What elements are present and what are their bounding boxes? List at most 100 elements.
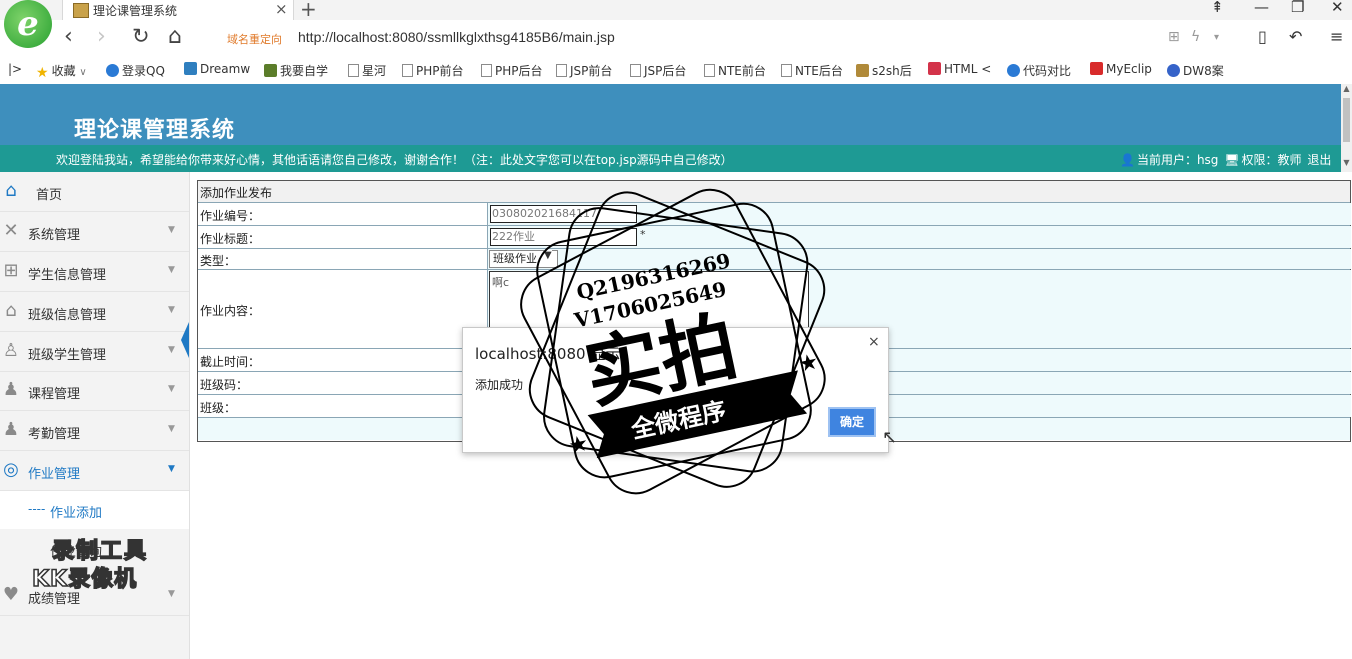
homework-number-field[interactable]: 030802021684117 <box>490 205 637 223</box>
chevron-down-icon: ▼ <box>168 464 175 474</box>
page-icon <box>348 64 359 77</box>
reload-button[interactable]: ↻ <box>132 24 150 48</box>
ok-button[interactable]: 确定 <box>828 407 876 437</box>
chevron-down-icon: ▼ <box>168 384 175 394</box>
myeclipse-icon <box>1090 62 1103 75</box>
bookmark-item[interactable]: 代码对比 <box>1007 62 1071 78</box>
forward-button[interactable]: › <box>97 24 106 49</box>
bookmark-item[interactable]: DW8案 <box>1167 62 1224 78</box>
image-icon <box>856 64 869 77</box>
bookmark-item[interactable]: 星河 <box>348 62 386 78</box>
form-row-title: 作业标题： 222作业 * <box>198 226 1351 249</box>
sidebar-item-class-students[interactable]: ♙ 班级学生管理 ▼ <box>0 332 189 372</box>
house-icon: ⌂ <box>5 300 17 321</box>
welcome-marquee: 欢迎登陆我站，希望能给你带来好心情，其他话语请您自己修改，谢谢合作！（注：此处文… <box>56 153 733 167</box>
menu-icon[interactable]: ≡ <box>1330 27 1343 46</box>
close-icon[interactable]: × <box>868 334 880 350</box>
page-icon <box>402 64 413 77</box>
dialog-message: 添加成功 <box>475 378 524 392</box>
form-heading: 添加作业发布 <box>200 186 273 200</box>
new-tab-button[interactable]: + <box>300 0 317 21</box>
bookmark-item[interactable]: JSP后台 <box>630 62 686 78</box>
user-icon: 👤 <box>1120 153 1135 167</box>
apps-grid-icon[interactable]: ⊞ <box>1168 29 1180 45</box>
chat-icon: ◎ <box>3 459 19 480</box>
close-window-button[interactable]: ✕ <box>1331 0 1344 16</box>
bookmark-item[interactable]: PHP后台 <box>481 62 543 78</box>
sidebar-item-homework[interactable]: ◎ 作业管理 ▼ <box>0 451 189 491</box>
chevron-down-icon: ▼ <box>168 305 175 315</box>
ie-icon <box>106 64 119 77</box>
role-icon: 🖥 <box>1224 153 1240 167</box>
back-button[interactable]: ‹ <box>64 24 73 49</box>
sidebar: ⌂ 首页 ✕ 系统管理 ▼ ⊞ 学生信息管理 ▼ ⌂ 班级信息管理 ▼ ♙ 班级… <box>0 172 190 659</box>
welcome-bar: 欢迎登陆我站，希望能给你带来好心情，其他话语请您自己修改，谢谢合作！（注：此处文… <box>0 145 1341 172</box>
sidebar-item-classes[interactable]: ⌂ 班级信息管理 ▼ <box>0 292 189 332</box>
chevron-down-icon: ▼ <box>168 345 175 355</box>
scroll-thumb[interactable] <box>1343 98 1350 142</box>
sidebar-item-attendance[interactable]: ♟ 考勤管理 ▼ <box>0 411 189 451</box>
page-scrollbar[interactable]: ▲ ▼ <box>1341 84 1352 172</box>
home-icon: ⌂ <box>5 180 17 201</box>
bookmarks-toggle-icon[interactable]: |> <box>8 62 22 76</box>
homework-title-field[interactable]: 222作业 <box>490 228 637 246</box>
chevron-down-icon[interactable]: ▼ <box>544 250 552 261</box>
sidebar-subitem-homework-query[interactable]: 作业查询 <box>0 530 189 568</box>
bookmark-item[interactable]: NTE前台 <box>704 62 766 78</box>
bookmark-item[interactable]: ★ 收藏 ∨ <box>36 62 87 81</box>
bookmark-icon[interactable]: ▯ <box>1258 27 1267 46</box>
address-bar[interactable]: http://localhost:8080/ssmllkglxthsg4185B… <box>298 29 615 45</box>
alert-dialog: localhost:8080 显示： × 添加成功 确定 <box>462 327 889 453</box>
dialog-title: localhost:8080 显示： <box>475 345 636 363</box>
bookmark-item[interactable]: PHP前台 <box>402 62 464 78</box>
sidebar-item-students[interactable]: ⊞ 学生信息管理 ▼ <box>0 252 189 292</box>
bookmark-item[interactable]: Dreamw <box>184 62 250 78</box>
star-icon: ★ <box>36 65 49 81</box>
scroll-up-icon[interactable]: ▲ <box>1341 84 1352 93</box>
page-icon <box>481 64 492 77</box>
chevron-down-icon: ▼ <box>168 265 175 275</box>
undo-icon[interactable]: ↶ <box>1289 27 1302 46</box>
speed-mode-icon[interactable]: ϟ <box>1191 29 1200 45</box>
tab-close-icon[interactable]: × <box>275 0 288 18</box>
maximize-button[interactable]: ❐ <box>1291 0 1304 16</box>
app-title: 理论课管理系统 <box>74 117 236 143</box>
bookmark-item[interactable]: 我要自学 <box>264 62 328 78</box>
chevron-down-icon: ▼ <box>168 424 175 434</box>
logout-link[interactable]: 退出 <box>1307 153 1331 167</box>
browser-tab[interactable]: 理论课管理系统 × <box>62 0 294 20</box>
extension-icon[interactable]: ⇞ <box>1211 0 1224 16</box>
role-label: 权限：教师 <box>1241 153 1302 167</box>
page-icon <box>704 64 715 77</box>
wrench-icon: ✕ <box>3 220 19 241</box>
current-user-label: 当前用户：hsg <box>1136 153 1219 167</box>
bookmark-item[interactable]: MyEclip <box>1090 62 1152 78</box>
bookmark-item[interactable]: 登录QQ <box>106 62 165 78</box>
html-icon <box>928 62 941 75</box>
bookmark-item[interactable]: HTML < <box>928 62 991 78</box>
redirect-label: 域名重定向 <box>227 33 282 46</box>
paw-icon <box>1167 64 1180 77</box>
required-mark: * <box>640 228 646 241</box>
page-icon <box>781 64 792 77</box>
bookmark-item[interactable]: JSP前台 <box>556 62 612 78</box>
bookmark-item[interactable]: s2sh后 <box>856 62 912 78</box>
sidebar-item-grades[interactable]: ♥ 成绩管理 ▼ <box>0 576 189 616</box>
v-icon <box>264 64 277 77</box>
sidebar-subitem-homework-add[interactable]: ---- 作业添加 <box>0 491 189 529</box>
scroll-down-icon[interactable]: ▼ <box>1341 158 1352 167</box>
tab-favicon-icon <box>73 3 89 18</box>
users-icon: ♙ <box>2 340 20 361</box>
user-icon: ♟ <box>2 419 20 440</box>
chevron-down-icon[interactable]: ▾ <box>1214 32 1219 43</box>
form-row-type: 类型： 班级作业 ▼ <box>198 249 1351 270</box>
sidebar-item-system[interactable]: ✕ 系统管理 ▼ <box>0 212 189 252</box>
chevron-down-icon: ▼ <box>168 589 175 599</box>
page-icon <box>630 64 641 77</box>
minimize-button[interactable]: — <box>1254 0 1269 16</box>
sidebar-item-courses[interactable]: ♟ 课程管理 ▼ <box>0 371 189 411</box>
sidebar-item-home[interactable]: ⌂ 首页 <box>0 172 189 212</box>
home-button[interactable]: ⌂ <box>168 24 182 49</box>
bookmark-item[interactable]: NTE后台 <box>781 62 843 78</box>
heart-icon: ♥ <box>2 584 20 605</box>
